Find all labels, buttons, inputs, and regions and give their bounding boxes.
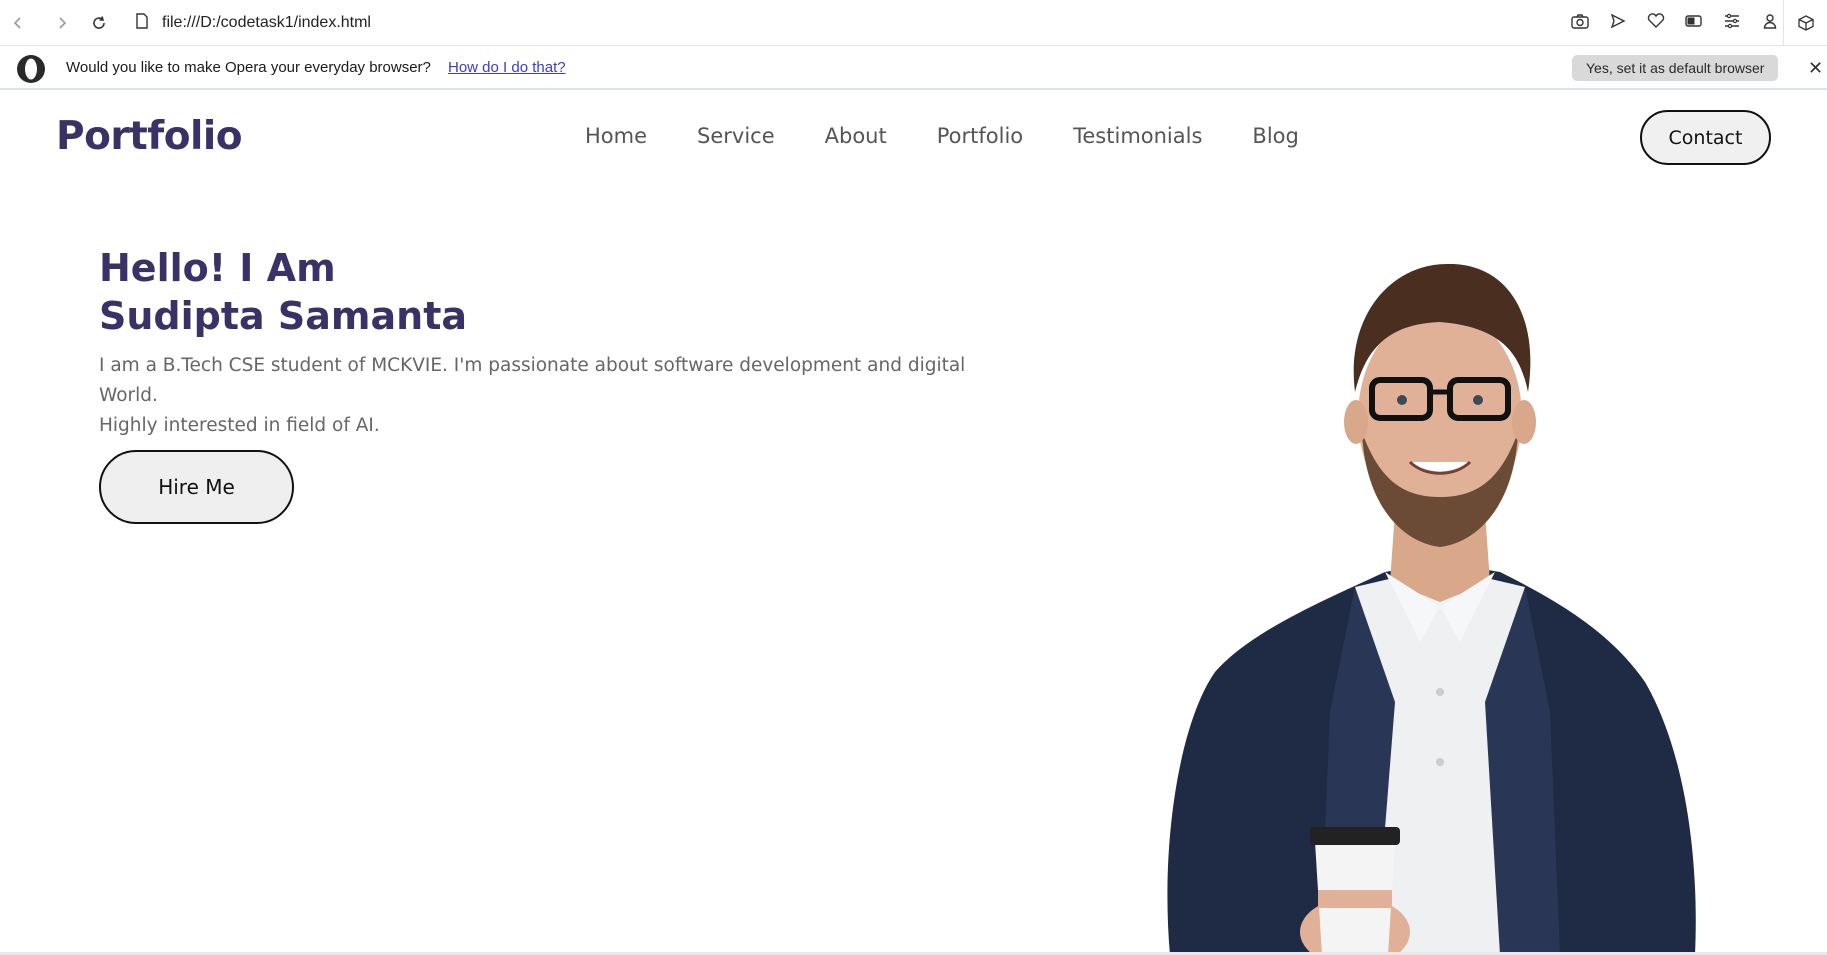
hero-desc-line2: Highly interested in field of AI. bbox=[99, 415, 380, 436]
nav-home[interactable]: Home bbox=[585, 124, 647, 148]
opera-default-prompt: Would you like to make Opera your everyd… bbox=[0, 46, 1827, 90]
forward-button[interactable] bbox=[50, 11, 74, 35]
cube-icon bbox=[1797, 15, 1814, 31]
hero-description: I am a B.Tech CSE student of MCKVIE. I'm… bbox=[99, 351, 1019, 441]
reload-button[interactable] bbox=[87, 11, 111, 35]
hero-title-line1: Hello! I Am bbox=[99, 246, 336, 290]
site-logo[interactable]: Portfolio bbox=[56, 114, 243, 159]
hero-title-line2: Sudipta Samanta bbox=[99, 294, 467, 338]
set-default-button[interactable]: Yes, set it as default browser bbox=[1572, 55, 1779, 81]
main-nav: Home Service About Portfolio Testimonial… bbox=[585, 124, 1299, 148]
hero-title: Hello! I Am Sudipta Samanta bbox=[99, 244, 467, 340]
nav-service[interactable]: Service bbox=[697, 124, 775, 148]
contact-button[interactable]: Contact bbox=[1640, 110, 1771, 165]
how-do-i-link[interactable]: How do I do that? bbox=[448, 59, 566, 76]
portfolio-page: Portfolio Home Service About Portfolio T… bbox=[0, 92, 1827, 955]
hero-desc-line1: I am a B.Tech CSE student of MCKVIE. I'm… bbox=[99, 355, 966, 406]
hero-person-image bbox=[1167, 263, 1696, 955]
back-arrow-icon bbox=[13, 17, 21, 29]
easy-setup-icon[interactable] bbox=[1721, 10, 1743, 32]
forward-arrow-icon bbox=[59, 17, 67, 29]
nav-about[interactable]: About bbox=[825, 124, 887, 148]
nav-blog[interactable]: Blog bbox=[1252, 124, 1298, 148]
opera-prompt-message: Would you like to make Opera your everyd… bbox=[66, 59, 431, 76]
send-icon[interactable] bbox=[1607, 10, 1629, 32]
nav-portfolio[interactable]: Portfolio bbox=[937, 124, 1023, 148]
heart-icon[interactable] bbox=[1645, 10, 1667, 32]
address-bar[interactable]: file:///D:/codetask1/index.html bbox=[136, 12, 371, 34]
reload-icon bbox=[93, 16, 105, 29]
opera-logo-icon bbox=[16, 54, 46, 84]
camera-icon[interactable] bbox=[1569, 10, 1591, 32]
nav-testimonials[interactable]: Testimonials bbox=[1073, 124, 1202, 148]
hire-me-button[interactable]: Hire Me bbox=[99, 450, 294, 524]
toolbar-icons bbox=[1569, 10, 1781, 32]
back-button[interactable] bbox=[6, 11, 30, 35]
close-prompt-icon[interactable]: ✕ bbox=[1808, 58, 1826, 78]
profile-icon[interactable] bbox=[1759, 10, 1781, 32]
address-text: file:///D:/codetask1/index.html bbox=[162, 14, 371, 31]
page-icon bbox=[136, 12, 148, 34]
battery-saver-icon[interactable] bbox=[1683, 10, 1705, 32]
browser-toolbar: file:///D:/codetask1/index.html bbox=[0, 0, 1827, 46]
extensions-button[interactable] bbox=[1783, 0, 1827, 46]
